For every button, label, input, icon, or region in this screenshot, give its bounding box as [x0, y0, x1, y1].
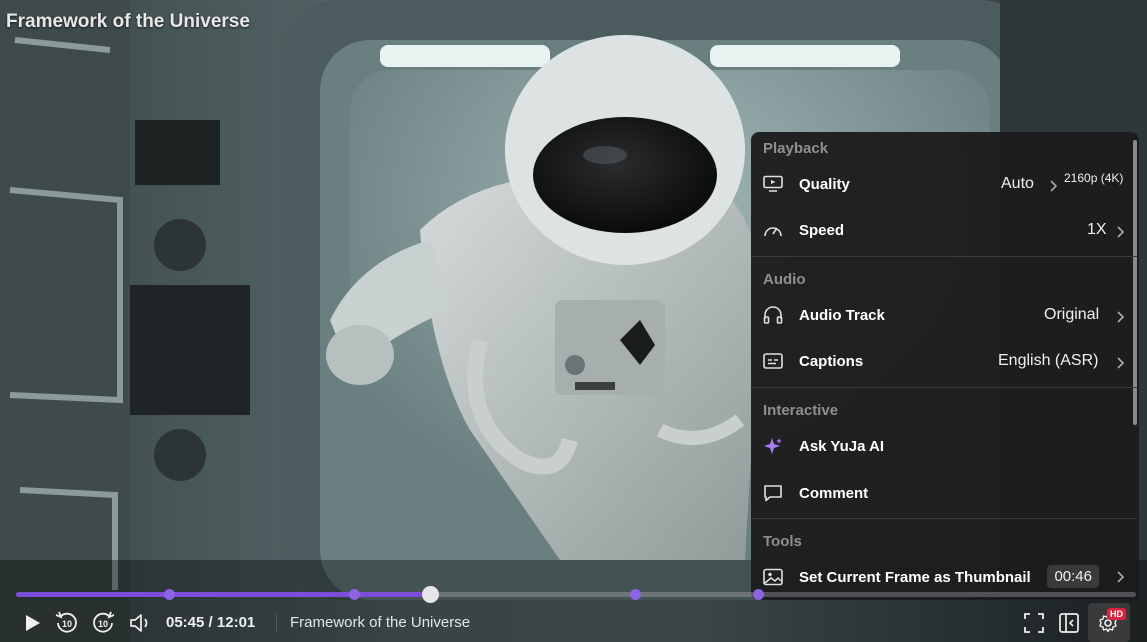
section-audio: Audio: [763, 271, 806, 288]
hd-badge: HD: [1107, 608, 1126, 620]
chapter-marker[interactable]: [629, 589, 641, 600]
chevron-right-icon: [1117, 311, 1125, 323]
control-bar-title: Framework of the Universe: [290, 614, 471, 631]
captions-icon: [763, 353, 783, 369]
control-bar: 10 10 05:45 / 12:01 Framework of the Uni…: [0, 603, 1147, 642]
set-thumbnail-label: Set Current Frame as Thumbnail: [799, 569, 1031, 586]
divider: [751, 518, 1137, 519]
audio-track-value: Original: [1044, 306, 1100, 323]
settings-menu: Playback Quality Auto 2160p (4K) Speed 1…: [751, 132, 1139, 600]
chevron-right-icon: [1117, 571, 1125, 583]
current-time: 05:45: [166, 614, 205, 631]
speedometer-icon: [764, 227, 782, 237]
ask-ai-menu-item[interactable]: Ask YuJa AI: [751, 426, 1133, 466]
scrubber-handle[interactable]: [421, 586, 439, 603]
set-thumbnail-menu-item[interactable]: Set Current Frame as Thumbnail 00:46: [751, 557, 1133, 597]
headphones-icon: [763, 306, 783, 324]
audio-track-menu-item[interactable]: Audio Track Original: [751, 295, 1133, 335]
play-icon[interactable]: [22, 613, 42, 633]
chapter-marker[interactable]: [163, 589, 175, 600]
chapter-marker[interactable]: [348, 589, 360, 600]
video-player[interactable]: Framework of the Universe Playback Quali…: [0, 0, 1147, 642]
speed-value: 1X: [1087, 221, 1107, 238]
section-playback: Playback: [763, 140, 829, 157]
chevron-right-icon: [1117, 357, 1125, 369]
audio-track-label: Audio Track: [799, 307, 885, 324]
speed-menu-item[interactable]: Speed 1X: [751, 210, 1133, 250]
comment-icon: [764, 485, 782, 502]
chevron-right-icon: [1117, 226, 1125, 238]
progress-bar[interactable]: [16, 586, 1136, 603]
forward-seconds: 10: [98, 619, 108, 629]
fullscreen-icon[interactable]: [1023, 612, 1045, 634]
captions-menu-item[interactable]: Captions English (ASR): [751, 341, 1133, 381]
comment-label: Comment: [799, 485, 869, 502]
quality-menu-item[interactable]: Quality Auto 2160p (4K): [751, 164, 1133, 204]
sidebar-toggle-icon[interactable]: [1058, 612, 1080, 634]
settings-scrollbar[interactable]: [1133, 140, 1137, 425]
time-readout: 05:45 / 12:01: [166, 614, 255, 631]
comment-menu-item[interactable]: Comment: [751, 473, 1133, 513]
control-separator: [276, 613, 277, 632]
captions-value: English (ASR): [998, 352, 1099, 369]
monitor-icon: [763, 175, 783, 192]
divider: [751, 387, 1137, 388]
volume-icon[interactable]: [128, 612, 154, 634]
rewind-10-icon[interactable]: 10: [54, 610, 80, 636]
section-interactive: Interactive: [763, 402, 839, 419]
quality-resolution: 2160p (4K): [1064, 171, 1124, 185]
ask-ai-label: Ask YuJa AI: [799, 438, 885, 455]
time-separator: /: [208, 614, 213, 631]
rewind-seconds: 10: [62, 619, 72, 629]
chapter-marker[interactable]: [753, 589, 765, 600]
quality-label: Quality: [799, 176, 850, 193]
captions-label: Captions: [799, 353, 864, 370]
chevron-right-icon: [1050, 180, 1058, 192]
duration: 12:01: [216, 614, 256, 631]
progress-fill: [16, 592, 431, 597]
sparkle-icon: [764, 438, 782, 454]
video-title: Framework of the Universe: [6, 11, 250, 32]
section-tools: Tools: [763, 533, 802, 550]
thumbnail-timestamp: 00:46: [1047, 565, 1099, 588]
forward-10-icon[interactable]: 10: [90, 610, 116, 636]
speed-label: Speed: [799, 222, 845, 239]
quality-value: Auto: [1001, 175, 1034, 192]
image-icon: [763, 568, 783, 586]
divider: [751, 256, 1137, 257]
